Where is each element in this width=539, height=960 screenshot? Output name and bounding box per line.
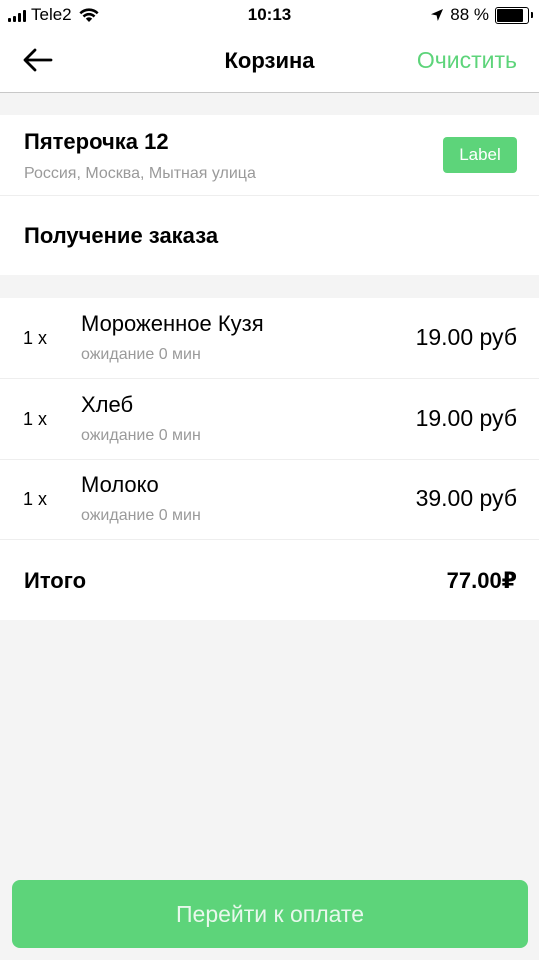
item-quantity: 1 x xyxy=(23,409,48,429)
item-price: 19.00 руб xyxy=(415,405,517,431)
battery-fill xyxy=(497,8,524,22)
item-name: Мороженное Кузя xyxy=(81,311,264,336)
total-label: Итого xyxy=(24,568,87,593)
store-name: Пятерочка 12 xyxy=(24,129,169,154)
store-badge: Label xyxy=(443,137,517,173)
item-wait-time: ожидание 0 мин xyxy=(81,427,201,444)
battery-percent: 88 % xyxy=(450,5,489,24)
item-wait-time: ожидание 0 мин xyxy=(81,507,201,524)
location-arrow-icon xyxy=(431,9,444,21)
total-value: 77.00₽ xyxy=(446,568,517,593)
battery-icon xyxy=(495,6,533,24)
item-quantity: 1 x xyxy=(23,489,48,509)
item-quantity: 1 x xyxy=(23,328,48,348)
cart-item[interactable]: 1 x Хлеб ожидание 0 мин 19.00 руб xyxy=(0,379,539,460)
store-card: Пятерочка 12 Россия, Москва, Мытная улиц… xyxy=(0,115,539,275)
item-wait-time: ожидание 0 мин xyxy=(81,346,201,363)
cart-items-card: 1 x Мороженное Кузя ожидание 0 мин 19.00… xyxy=(0,298,539,620)
item-name: Молоко xyxy=(81,472,159,497)
total-row: Итого 77.00₽ xyxy=(0,540,539,620)
proceed-to-payment-button[interactable]: Перейти к оплате xyxy=(12,880,528,948)
divider xyxy=(0,195,539,196)
item-name: Хлеб xyxy=(81,392,134,417)
status-right: 88 % xyxy=(430,5,533,25)
cart-item[interactable]: 1 x Молоко ожидание 0 мин 39.00 руб xyxy=(0,459,539,540)
status-bar: Tele2 10:13 88 % xyxy=(0,0,539,32)
store-address: Россия, Москва, Мытная улица xyxy=(24,165,256,182)
item-price: 19.00 руб xyxy=(415,324,517,350)
item-price: 39.00 руб xyxy=(415,485,517,511)
cart-screen: Tele2 10:13 88 % Корзина Очистить Пятеро… xyxy=(0,0,539,960)
battery-cap xyxy=(531,11,533,18)
cart-item[interactable]: 1 x Мороженное Кузя ожидание 0 мин 19.00… xyxy=(0,298,539,379)
nav-bar: Корзина Очистить xyxy=(0,32,539,93)
delivery-option-label[interactable]: Получение заказа xyxy=(24,223,218,249)
clear-cart-button[interactable]: Очистить xyxy=(417,47,517,74)
